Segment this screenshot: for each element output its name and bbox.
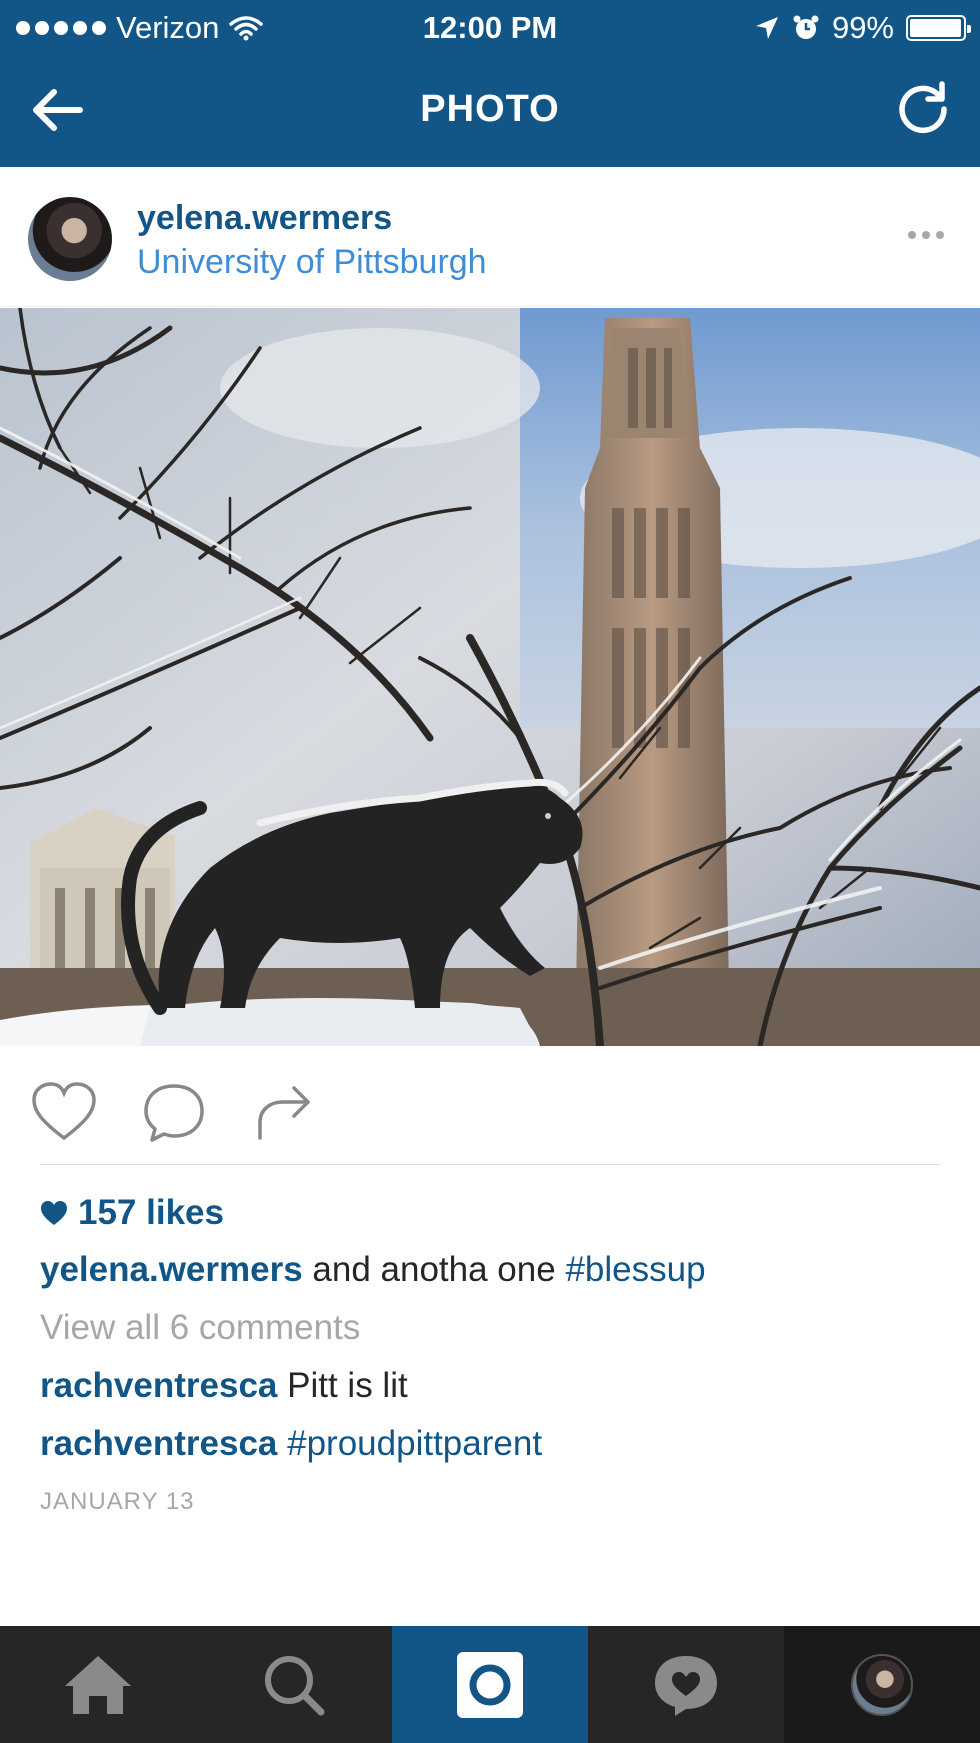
post-username[interactable]: yelena.wermers: [137, 199, 392, 238]
tab-home[interactable]: [0, 1626, 196, 1743]
profile-avatar: [851, 1653, 913, 1716]
battery-fill: [910, 19, 962, 37]
comment-row: rachventresca #proudpittparent: [40, 1424, 542, 1464]
comment-row: rachventresca Pitt is lit: [40, 1366, 408, 1406]
status-bar: Verizon 12:00 PM 99%: [0, 0, 980, 54]
heart-filled-icon: [41, 1201, 67, 1225]
top-bar: Verizon 12:00 PM 99% PHOTO: [0, 0, 980, 167]
tab-camera[interactable]: [392, 1626, 588, 1743]
heart-outline-icon[interactable]: [30, 1080, 98, 1144]
caption-text: and anotha one: [312, 1250, 556, 1289]
home-icon: [65, 1655, 131, 1714]
divider: [40, 1164, 941, 1165]
ellipsis-icon[interactable]: [908, 231, 944, 239]
alarm-icon: [793, 15, 819, 39]
location-arrow-icon: [755, 17, 778, 39]
battery-percent: 99%: [831, 10, 894, 45]
tab-search[interactable]: [196, 1626, 392, 1743]
tab-activity[interactable]: [588, 1626, 784, 1743]
view-all-comments-link[interactable]: View all 6 comments: [40, 1308, 360, 1348]
comment-bubble-icon[interactable]: [140, 1080, 208, 1144]
comment-text: Pitt is lit: [287, 1366, 408, 1405]
caption-username[interactable]: yelena.wermers: [40, 1250, 303, 1289]
likes-count[interactable]: 157 likes: [40, 1193, 224, 1233]
page-title: PHOTO: [420, 88, 560, 130]
post-photo-image: [0, 308, 980, 1046]
battery-icon: [906, 15, 971, 41]
refresh-icon[interactable]: [892, 78, 954, 140]
post-header: yelena.wermers University of Pittsburgh: [0, 167, 980, 307]
status-right: 99%: [754, 10, 971, 46]
post-photo[interactable]: [0, 308, 980, 1046]
comment-hashtag[interactable]: #proudpittparent: [287, 1424, 542, 1463]
caption: yelena.wermers and anotha one #blessup: [40, 1250, 706, 1290]
comment-username[interactable]: rachventresca: [40, 1366, 277, 1405]
camera-icon: [457, 1651, 523, 1718]
nav-header: PHOTO: [0, 54, 980, 167]
comment-username[interactable]: rachventresca: [40, 1424, 277, 1463]
avatar[interactable]: [28, 197, 112, 281]
activity-heart-icon: [655, 1655, 717, 1716]
search-icon: [265, 1655, 325, 1715]
share-arrow-icon[interactable]: [250, 1080, 318, 1144]
post-location[interactable]: University of Pittsburgh: [137, 243, 487, 282]
likes-label: 157 likes: [78, 1193, 224, 1232]
tab-profile[interactable]: [784, 1626, 980, 1743]
tab-bar: [0, 1626, 980, 1743]
caption-hashtag[interactable]: #blessup: [565, 1250, 705, 1289]
post-actions: [0, 1046, 980, 1166]
post-date: JANUARY 13: [40, 1488, 195, 1515]
